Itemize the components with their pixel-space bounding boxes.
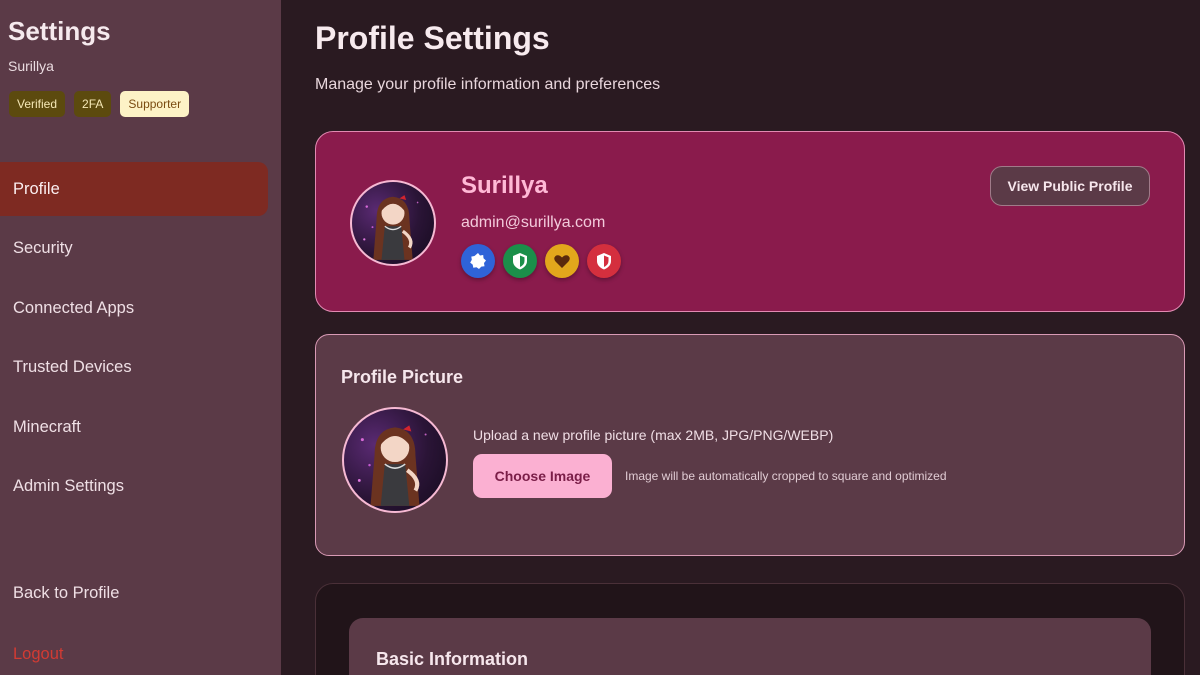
basic-information-section: Basic Information [315,583,1185,675]
profile-badge-icons [461,244,621,278]
verified-badge: Verified [9,91,66,117]
heart-icon [545,244,579,278]
crop-note: Image will be automatically cropped to s… [625,469,947,483]
avatar-preview [342,407,448,513]
sidebar-item-trusted-devices[interactable]: Trusted Devices [0,340,268,394]
supporter-badge: Supporter [120,91,190,117]
view-public-profile-button[interactable]: View Public Profile [990,166,1150,206]
sidebar-item-profile[interactable]: Profile [0,162,268,216]
sidebar: Settings Surillya Verified 2FA Supporter… [0,0,281,675]
sidebar-item-connected-apps[interactable]: Connected Apps [0,281,268,335]
verified-badge-icon [461,244,495,278]
profile-header-card: Surillya admin@surillya.com View Public … [315,131,1185,312]
basic-information-title: Basic Information [376,649,529,669]
profile-picture-title: Profile Picture [341,367,464,387]
avatar-character-icon [357,425,427,506]
sidebar-item-security[interactable]: Security [0,221,268,275]
avatar [350,180,436,266]
profile-email: admin@surillya.com [461,214,606,231]
sidebar-username: Surillya [8,58,54,74]
badge-group: Verified 2FA Supporter [9,91,190,117]
logout-link[interactable]: Logout [13,645,63,664]
profile-name: Surillya [461,172,548,199]
shield-icon [503,244,537,278]
page-subtitle: Manage your profile information and pref… [315,76,661,93]
2fa-badge: 2FA [74,91,112,117]
back-to-profile-link[interactable]: Back to Profile [13,584,119,603]
basic-information-card: Basic Information [349,618,1151,675]
choose-image-button[interactable]: Choose Image [473,454,612,498]
avatar-character-icon [363,195,419,260]
main-content: Profile Settings Manage your profile inf… [281,0,1200,675]
sidebar-title: Settings [8,16,111,46]
sidebar-item-admin-settings[interactable]: Admin Settings [0,459,268,513]
page-title: Profile Settings [315,20,550,56]
upload-instructions: Upload a new profile picture (max 2MB, J… [473,427,834,443]
sidebar-item-minecraft[interactable]: Minecraft [0,400,268,454]
shield-alert-icon [587,244,621,278]
profile-picture-card: Profile Picture Upload a new profile pic… [315,334,1185,556]
